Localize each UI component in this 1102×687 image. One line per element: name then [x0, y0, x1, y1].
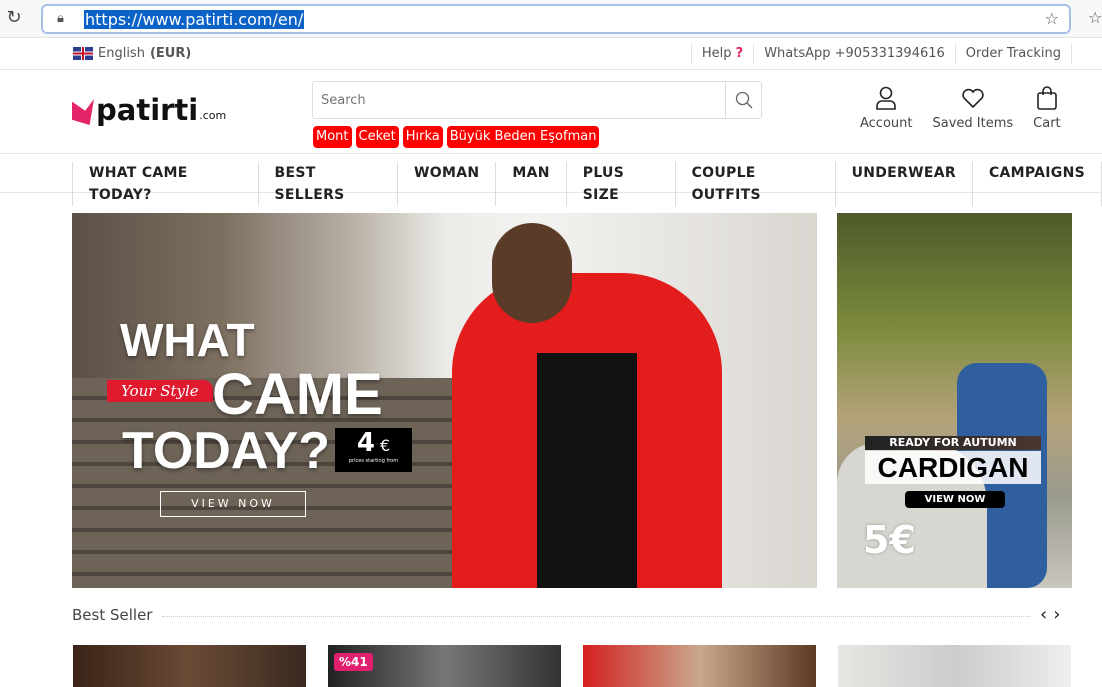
side-banner[interactable]: READY FOR AUTUMN CARDIGAN VIEW NOW 5€	[837, 213, 1072, 588]
uk-flag-icon	[73, 47, 93, 60]
nav-what-came-today[interactable]: WHAT CAME TODAY?	[72, 162, 258, 206]
chevron-left-icon[interactable]: ‹	[1040, 604, 1047, 625]
user-icon	[876, 86, 897, 110]
hero-view-now-button[interactable]: VIEW NOW	[160, 491, 306, 517]
chevron-right-icon[interactable]: ›	[1053, 604, 1060, 625]
logo-suffix: .com	[199, 109, 227, 122]
butterfly-logo-icon	[72, 99, 94, 125]
cart-button[interactable]: Cart	[1033, 86, 1061, 131]
product-card[interactable]	[73, 645, 306, 687]
side-banner-kicker: READY FOR AUTUMN	[865, 436, 1041, 450]
currency-label: (EUR)	[149, 46, 192, 61]
side-banner-price: 5€	[863, 518, 916, 562]
side-view-now-button[interactable]: VIEW NOW	[905, 491, 1005, 508]
tag-buyuk-beden-esofman[interactable]: Büyük Beden Eşofman	[446, 126, 600, 148]
help-question-icon: ?	[735, 46, 744, 61]
search-button[interactable]	[725, 82, 761, 118]
logo[interactable]: patirti .com	[72, 95, 226, 125]
hero-currency: €	[380, 436, 391, 455]
browser-toolbar: ↻ 🔒︎ https://www.patirti.com/en/ ☆ ☆	[0, 0, 1102, 38]
nav-plus-size[interactable]: PLUS SIZE	[565, 162, 675, 206]
search-input[interactable]	[313, 82, 726, 118]
nav-underwear[interactable]: UNDERWEAR	[834, 162, 972, 206]
section-divider	[162, 616, 1030, 617]
hero-price-note: prices starting from	[348, 458, 399, 464]
cart-label: Cart	[1033, 116, 1061, 131]
saved-items-label: Saved Items	[932, 116, 1014, 131]
account-button[interactable]: Account	[860, 86, 913, 131]
main-nav: WHAT CAME TODAY? BEST SELLERS WOMAN MAN …	[0, 153, 1102, 206]
best-seller-title: Best Seller	[72, 606, 153, 624]
hero-title-line2: CAME	[212, 362, 383, 427]
help-label: Help	[701, 46, 732, 61]
language-selector[interactable]: English (EUR)	[73, 46, 191, 61]
nav-couple-outfits[interactable]: COUPLE OUTFITS	[674, 162, 835, 206]
discount-badge: %41	[334, 653, 373, 671]
nav-woman[interactable]: WOMAN	[397, 162, 495, 206]
hero-title-line1: WHAT	[120, 314, 255, 366]
favorites-icon[interactable]: ☆	[1088, 8, 1102, 27]
heart-icon	[962, 88, 984, 109]
tag-hirka[interactable]: Hırka	[402, 126, 443, 148]
bag-icon	[1037, 86, 1057, 110]
lock-icon: 🔒︎	[57, 11, 64, 26]
reload-icon[interactable]: ↻	[4, 8, 24, 28]
nav-best-sellers[interactable]: BEST SELLERS	[257, 162, 398, 206]
help-link[interactable]: Help ?	[690, 44, 753, 64]
url-text[interactable]: https://www.patirti.com/en/	[84, 10, 305, 29]
language-label: English	[98, 46, 145, 61]
tag-mont[interactable]: Mont	[313, 126, 352, 148]
nav-campaigns[interactable]: CAMPAIGNS	[971, 162, 1102, 206]
product-card[interactable]	[838, 645, 1071, 687]
hero-title-line3: TODAY?	[122, 422, 331, 480]
hero-model-top	[537, 353, 637, 588]
saved-items-button[interactable]: Saved Items	[932, 86, 1014, 131]
bookmark-star-icon[interactable]: ☆	[1045, 9, 1059, 28]
hero-banner[interactable]: WHAT Your Style CAME TODAY? 4 € prices st…	[72, 213, 817, 588]
tag-ceket[interactable]: Ceket	[355, 126, 399, 148]
nav-man[interactable]: MAN	[495, 162, 565, 206]
hero-price: 4	[356, 428, 375, 458]
hero-badge: Your Style	[107, 380, 213, 402]
search-box	[312, 81, 762, 119]
hero-price-badge: 4 € prices starting from	[335, 428, 412, 472]
popular-search-tags: Mont Ceket Hırka Büyük Beden Eşofman	[313, 126, 600, 148]
whatsapp-link[interactable]: WhatsApp +905331394616	[753, 44, 955, 64]
address-bar[interactable]: 🔒︎ https://www.patirti.com/en/ ☆	[41, 4, 1071, 34]
logo-text: patirti	[96, 93, 199, 127]
account-label: Account	[860, 116, 913, 131]
product-card[interactable]: %41	[328, 645, 561, 687]
side-banner-title: CARDIGAN	[865, 451, 1041, 484]
product-card[interactable]	[583, 645, 816, 687]
hero-model-head	[492, 223, 572, 323]
top-bar: English (EUR) Help ? WhatsApp +905331394…	[0, 38, 1102, 70]
search-icon	[735, 91, 752, 109]
order-tracking-link[interactable]: Order Tracking	[954, 44, 1072, 64]
